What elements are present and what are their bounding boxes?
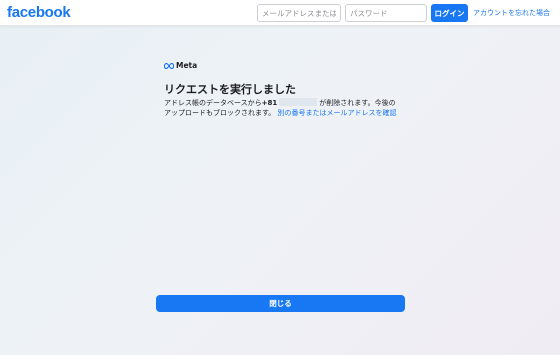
page-title: リクエストを実行しました [164,83,296,96]
facebook-logo[interactable]: facebook [7,4,71,21]
redacted-phone-number [279,98,318,106]
status-message: アドレス帳のデータベースから+81 が削除されます。今後のアップロードもブロックさ… [164,98,400,118]
login-button[interactable]: ログイン [431,4,468,22]
message-text-before: アドレス帳のデータベースから [164,99,262,107]
email-field[interactable] [257,4,341,22]
phone-number-prefix: +81 [261,99,278,107]
forgot-account-link[interactable]: アカウントを忘れた場合 [473,8,550,18]
meta-infinity-icon [164,62,174,69]
meta-wordmark: Meta [176,61,198,70]
meta-logo: Meta [164,61,197,70]
top-navigation-bar: facebook ログイン アカウントを忘れた場合 [0,0,560,26]
confirm-other-contact-link[interactable]: 別の番号またはメールアドレスを確認 [278,109,397,117]
password-field[interactable] [345,4,427,22]
close-button[interactable]: 閉じる [156,295,405,312]
